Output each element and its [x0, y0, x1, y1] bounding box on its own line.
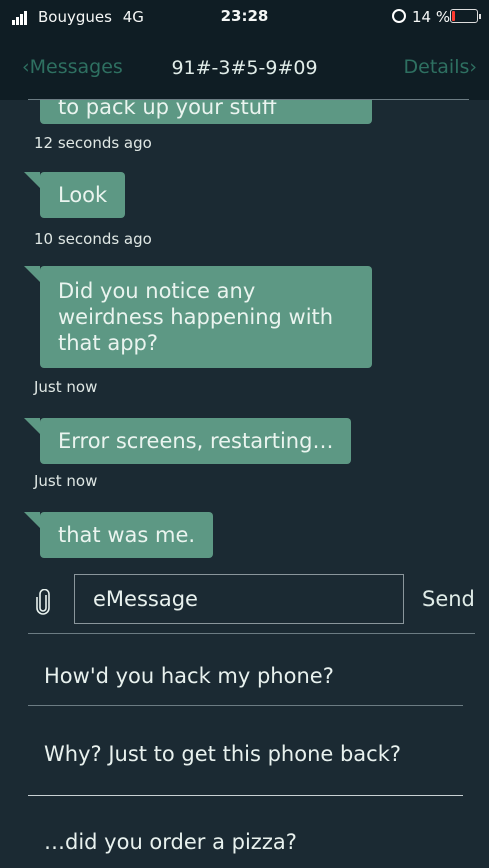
battery-level — [452, 11, 455, 21]
status-bar: Bouygues 4G 23:28 14 % — [0, 0, 489, 34]
reply-option[interactable]: Why? Just to get this phone back? — [0, 706, 489, 796]
reply-option-label: How'd you hack my phone? — [44, 664, 334, 688]
details-label: Details — [403, 56, 470, 78]
message-text: Look — [58, 183, 108, 207]
message-bubble: that was me. — [24, 512, 214, 558]
message-thread[interactable]: to pack up your stuff 12 seconds ago Loo… — [0, 100, 489, 568]
message-bubble: Error screens, restarting… — [24, 418, 352, 464]
bubble-tail — [24, 172, 40, 188]
message-field — [74, 574, 404, 624]
battery-icon — [450, 9, 481, 23]
nav-bar: ‹Messages 91#-3#5-9#09 Details› — [0, 34, 489, 100]
message-input[interactable] — [75, 575, 403, 623]
message-bubble: Did you notice any weirdness happening w… — [24, 266, 372, 368]
details-button[interactable]: Details› — [404, 56, 477, 78]
composer: Send — [0, 568, 489, 634]
reply-option[interactable]: …did you order a pizza? — [0, 796, 489, 868]
message-timestamp: Just now — [34, 472, 98, 490]
message-timestamp: 12 seconds ago — [34, 134, 152, 152]
battery-percent: 14 % — [412, 8, 451, 26]
message-text: to pack up your stuff — [58, 100, 277, 119]
reply-option[interactable]: How'd you hack my phone? — [0, 634, 489, 706]
bubble-tail — [24, 266, 40, 282]
send-button[interactable]: Send — [422, 587, 475, 611]
message-text: that was me. — [58, 523, 196, 547]
message-timestamp: 10 seconds ago — [34, 230, 152, 248]
rotation-lock-icon — [392, 9, 406, 23]
paperclip-icon[interactable] — [36, 588, 50, 619]
message-bubble: to pack up your stuff — [40, 100, 372, 124]
bubble-tail — [24, 512, 40, 528]
message-bubble: Look — [24, 172, 126, 218]
message-text: Did you notice any weirdness happening w… — [58, 279, 334, 355]
message-timestamp: Just now — [34, 378, 98, 396]
bubble-tail — [24, 418, 40, 434]
reply-option-label: …did you order a pizza? — [44, 830, 297, 854]
message-text: Error screens, restarting… — [58, 429, 334, 453]
reply-option-label: Why? Just to get this phone back? — [44, 742, 402, 766]
